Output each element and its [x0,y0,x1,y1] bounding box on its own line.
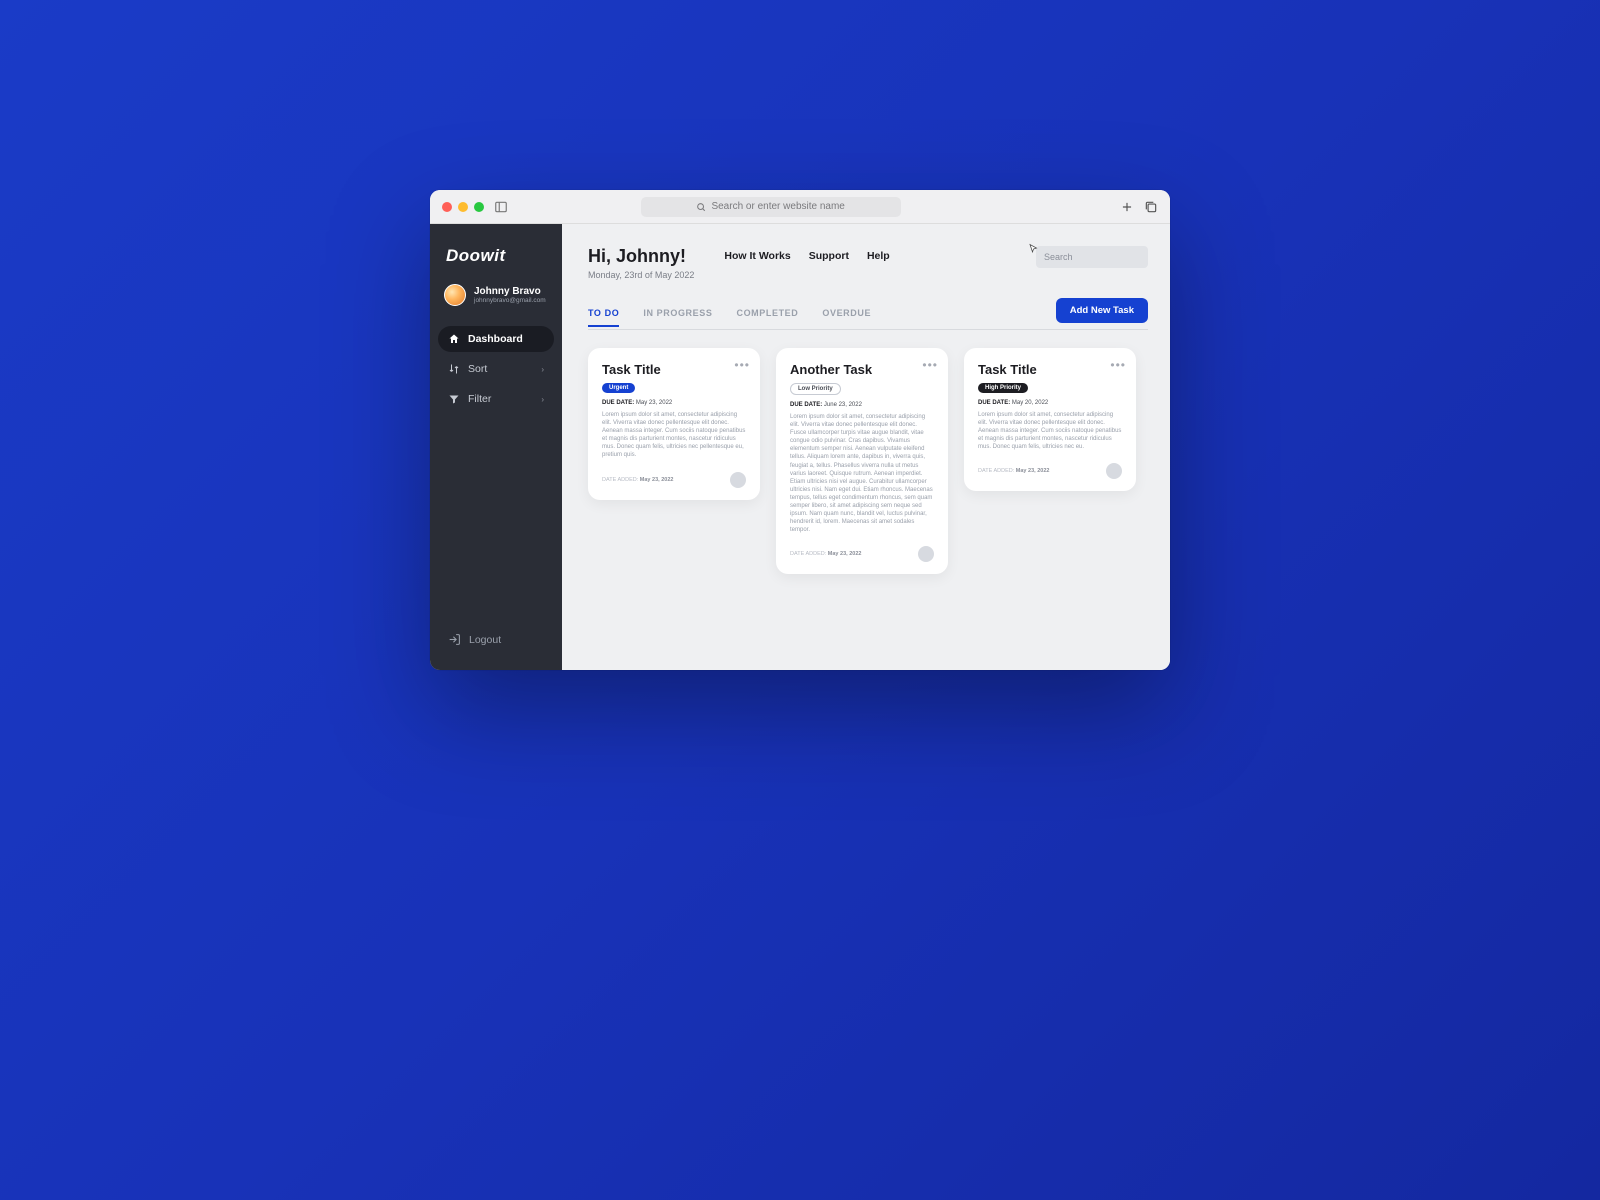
task-title: Task Title [602,362,746,377]
task-title: Task Title [978,362,1122,377]
logout-icon [448,633,461,646]
search-input[interactable]: Search [1036,246,1148,268]
submenu-indicator-icon: › [541,365,544,374]
tabs-icon[interactable] [1144,200,1158,214]
card-footer: DATE ADDED: May 23, 2022 [602,472,746,488]
new-tab-icon[interactable] [1120,200,1134,214]
due-date: DUE DATE: June 23, 2022 [790,402,934,408]
close-window-icon[interactable] [442,202,452,212]
browser-window: Search or enter website name Doowit John… [430,190,1170,670]
date-added: DATE ADDED: May 23, 2022 [790,551,861,557]
task-card[interactable]: ••• Task Title High Priority DUE DATE: M… [964,348,1136,491]
main-content: Hi, Johnny! Monday, 23rd of May 2022 How… [562,224,1170,670]
filter-icon [448,393,460,405]
search-placeholder: Search [1044,252,1073,262]
assignee-avatar [918,546,934,562]
chrome-right [1120,200,1158,214]
profile-text: Johnny Bravo johnnybravo@gmail.com [474,286,546,304]
link-how-it-works[interactable]: How It Works [724,250,790,262]
tab-overdue[interactable]: OVERDUE [822,302,871,326]
card-menu-icon[interactable]: ••• [734,358,750,372]
search-icon [696,202,706,212]
card-menu-icon[interactable]: ••• [1110,358,1126,372]
due-date: DUE DATE: May 23, 2022 [602,400,746,406]
sort-icon [448,363,460,375]
address-bar[interactable]: Search or enter website name [641,197,901,217]
minimize-window-icon[interactable] [458,202,468,212]
sidebar-item-label: Sort [468,363,487,375]
task-card[interactable]: ••• Another Task Low Priority DUE DATE: … [776,348,948,574]
priority-badge: High Priority [978,383,1028,393]
sidebar-toggle-icon[interactable] [494,200,508,214]
sidebar-item-label: Filter [468,393,491,405]
task-description: Lorem ipsum dolor sit amet, consectetur … [602,411,746,460]
profile[interactable]: Johnny Bravo johnnybravo@gmail.com [430,266,562,320]
submenu-indicator-icon: › [541,395,544,404]
logout-button[interactable]: Logout [430,625,562,654]
home-icon [448,333,460,345]
task-description: Lorem ipsum dolor sit amet, consectetur … [978,411,1122,451]
task-description: Lorem ipsum dolor sit amet, consectetur … [790,413,934,534]
task-card[interactable]: ••• Task Title Urgent DUE DATE: May 23, … [588,348,760,500]
date-added: DATE ADDED: May 23, 2022 [978,468,1049,474]
sidebar-item-label: Dashboard [468,333,523,345]
topbar: Hi, Johnny! Monday, 23rd of May 2022 How… [588,246,1148,280]
sidebar-item-dashboard[interactable]: Dashboard [438,326,554,352]
date-added: DATE ADDED: May 23, 2022 [602,477,673,483]
sidebar: Doowit Johnny Bravo johnnybravo@gmail.co… [430,224,562,670]
sidebar-toggle-group [494,200,508,214]
add-task-button[interactable]: Add New Task [1056,298,1148,323]
card-footer: DATE ADDED: May 23, 2022 [978,463,1122,479]
sidebar-nav: Dashboard Sort › Filter › [430,326,562,412]
sidebar-item-sort[interactable]: Sort › [438,356,554,382]
top-links: How It Works Support Help [724,250,889,262]
priority-badge: Urgent [602,383,635,393]
card-menu-icon[interactable]: ••• [922,358,938,372]
logout-label: Logout [469,634,501,646]
profile-email: johnnybravo@gmail.com [474,297,546,304]
card-footer: DATE ADDED: May 23, 2022 [790,546,934,562]
priority-badge: Low Priority [790,383,841,395]
profile-name: Johnny Bravo [474,286,546,297]
tabs: TO DO IN PROGRESS COMPLETED OVERDUE Add … [588,298,1148,330]
link-help[interactable]: Help [867,250,890,262]
address-placeholder: Search or enter website name [711,201,844,212]
due-date: DUE DATE: May 20, 2022 [978,400,1122,406]
assignee-avatar [730,472,746,488]
app-root: Doowit Johnny Bravo johnnybravo@gmail.co… [430,224,1170,670]
cursor-icon [1028,242,1040,260]
maximize-window-icon[interactable] [474,202,484,212]
tab-in-progress[interactable]: IN PROGRESS [643,302,712,326]
browser-chrome: Search or enter website name [430,190,1170,224]
window-controls [442,202,484,212]
sidebar-item-filter[interactable]: Filter › [438,386,554,412]
greeting: Hi, Johnny! [588,246,694,267]
link-support[interactable]: Support [809,250,849,262]
tab-todo[interactable]: TO DO [588,302,619,326]
task-title: Another Task [790,362,934,377]
task-cards: ••• Task Title Urgent DUE DATE: May 23, … [588,348,1148,574]
current-date: Monday, 23rd of May 2022 [588,270,694,280]
tab-completed[interactable]: COMPLETED [736,302,798,326]
brand-logo: Doowit [430,246,562,266]
avatar [444,284,466,306]
greeting-block: Hi, Johnny! Monday, 23rd of May 2022 [588,246,694,280]
assignee-avatar [1106,463,1122,479]
